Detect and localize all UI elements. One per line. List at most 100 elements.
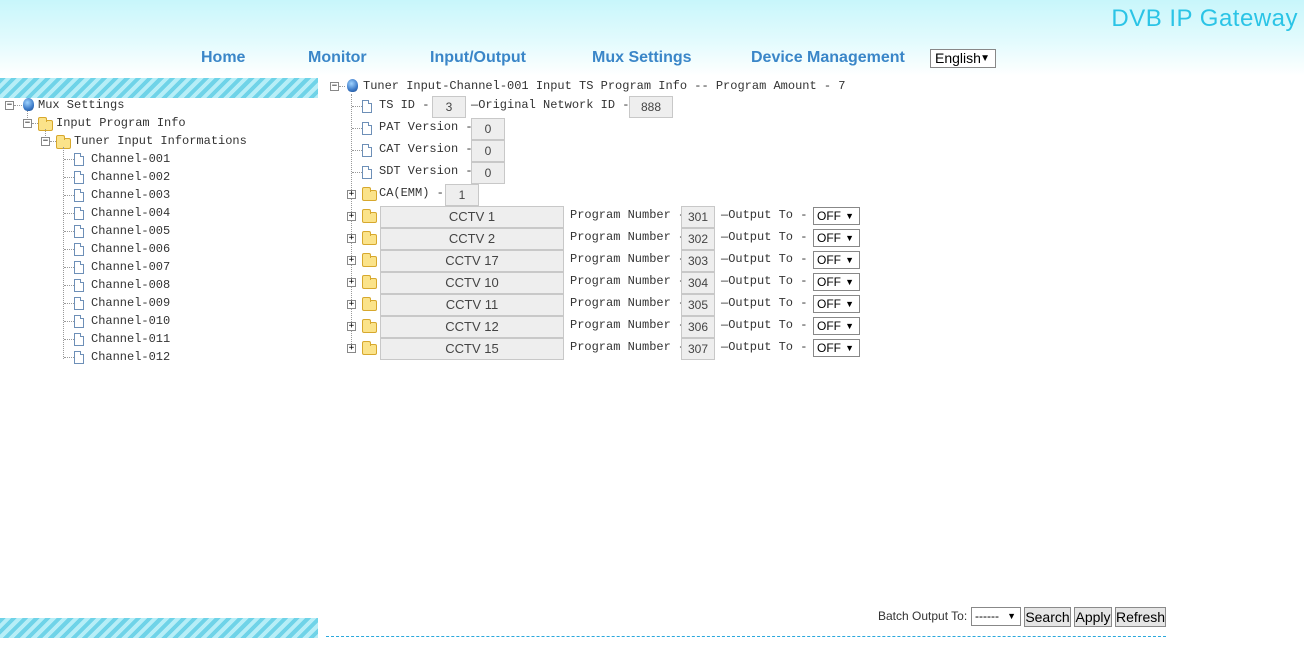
document-icon (74, 153, 84, 166)
cat-version-label: CAT Version - (379, 142, 473, 156)
tree-tuner-input-informations[interactable]: Tuner Input Informations (74, 133, 247, 149)
document-icon (74, 333, 84, 346)
program-number-field[interactable]: 301 (681, 206, 715, 228)
tree-channel-007[interactable]: Channel-007 (91, 259, 170, 275)
dropdown-arrow-icon: ▼ (845, 255, 854, 265)
document-icon (74, 261, 84, 274)
nav-device-management[interactable]: Device Management (751, 49, 905, 67)
document-icon (362, 100, 372, 113)
onid-field[interactable]: 888 (629, 96, 673, 118)
sdt-version-label: SDT Version - (379, 164, 473, 178)
collapse-icon[interactable]: − (23, 119, 32, 128)
dropdown-arrow-icon: ▼ (845, 299, 854, 309)
batch-output-select[interactable]: ------ ▼ (971, 607, 1021, 626)
collapse-icon[interactable]: − (41, 137, 50, 146)
program-number-field[interactable]: 304 (681, 272, 715, 294)
output-to-label: —Output To - (721, 208, 808, 222)
output-select[interactable]: OFF ▼ (813, 229, 860, 247)
document-icon (74, 351, 84, 364)
program-name-field[interactable]: CCTV 12 (380, 316, 564, 338)
program-number-field[interactable]: 306 (681, 316, 715, 338)
brand-title: DVB IP Gateway (1111, 5, 1298, 32)
ts-id-label: TS ID - (379, 98, 430, 112)
tree-channel-001[interactable]: Channel-001 (91, 151, 170, 167)
output-select[interactable]: OFF ▼ (813, 317, 860, 335)
language-select[interactable]: English ▼ (930, 49, 996, 68)
tree-channel-011[interactable]: Channel-011 (91, 331, 170, 347)
sidebar-bottom-stripe (0, 618, 318, 638)
tree-channel-009[interactable]: Channel-009 (91, 295, 170, 311)
pat-version-field[interactable]: 0 (471, 118, 505, 140)
tree-input-program-info[interactable]: Input Program Info (56, 115, 186, 131)
tree-channel-003[interactable]: Channel-003 (91, 187, 170, 203)
tree-channel-010[interactable]: Channel-010 (91, 313, 170, 329)
collapse-icon[interactable]: − (5, 101, 14, 110)
ts-id-field[interactable]: 3 (432, 96, 466, 118)
search-button[interactable]: Search (1024, 607, 1071, 627)
output-value: OFF (817, 319, 841, 333)
document-icon (362, 144, 372, 157)
ca-emm-label: CA(EMM) - (379, 186, 444, 200)
tree-channel-004[interactable]: Channel-004 (91, 205, 170, 221)
tree-channel-012[interactable]: Channel-012 (91, 349, 170, 365)
document-icon (74, 279, 84, 292)
expand-icon[interactable]: + (347, 234, 356, 243)
output-value: OFF (817, 297, 841, 311)
expand-icon[interactable]: + (347, 322, 356, 331)
nav-mux-settings[interactable]: Mux Settings (592, 49, 692, 67)
globe-icon (23, 98, 34, 111)
document-icon (362, 166, 372, 179)
dropdown-arrow-icon: ▼ (845, 321, 854, 331)
expand-icon[interactable]: + (347, 256, 356, 265)
tree-channel-002[interactable]: Channel-002 (91, 169, 170, 185)
expand-icon[interactable]: + (347, 212, 356, 221)
expand-icon[interactable]: + (347, 278, 356, 287)
refresh-button[interactable]: Refresh (1115, 607, 1166, 627)
nav-input-output[interactable]: Input/Output (430, 49, 526, 67)
apply-button[interactable]: Apply (1074, 607, 1112, 627)
output-to-label: —Output To - (721, 274, 808, 288)
document-icon (362, 122, 372, 135)
dropdown-arrow-icon: ▼ (845, 211, 854, 221)
tree-channel-005[interactable]: Channel-005 (91, 223, 170, 239)
nav-home[interactable]: Home (201, 49, 245, 67)
program-name-field[interactable]: CCTV 2 (380, 228, 564, 250)
expand-icon[interactable]: + (347, 300, 356, 309)
output-value: OFF (817, 253, 841, 267)
output-select[interactable]: OFF ▼ (813, 207, 860, 225)
expand-icon[interactable]: + (347, 344, 356, 353)
program-number-field[interactable]: 307 (681, 338, 715, 360)
main-title: Tuner Input-Channel-001 Input TS Program… (363, 79, 846, 93)
footer-divider (326, 636, 1166, 637)
pat-version-label: PAT Version - (379, 120, 473, 134)
tree-mux-settings[interactable]: Mux Settings (38, 97, 124, 113)
folder-icon (362, 209, 377, 223)
program-number-field[interactable]: 305 (681, 294, 715, 316)
nav-monitor[interactable]: Monitor (308, 49, 367, 67)
expand-icon[interactable]: + (347, 190, 356, 199)
tree-channel-006[interactable]: Channel-006 (91, 241, 170, 257)
language-value: English (935, 50, 981, 66)
output-select[interactable]: OFF ▼ (813, 295, 860, 313)
output-value: OFF (817, 231, 841, 245)
program-name-field[interactable]: CCTV 1 (380, 206, 564, 228)
output-to-label: —Output To - (721, 318, 808, 332)
program-number-field[interactable]: 303 (681, 250, 715, 272)
program-name-field[interactable]: CCTV 10 (380, 272, 564, 294)
output-to-label: —Output To - (721, 296, 808, 310)
program-name-field[interactable]: CCTV 15 (380, 338, 564, 360)
output-value: OFF (817, 341, 841, 355)
program-name-field[interactable]: CCTV 11 (380, 294, 564, 316)
program-number-label: Program Number - (570, 274, 686, 288)
output-select[interactable]: OFF ▼ (813, 339, 860, 357)
cat-version-field[interactable]: 0 (471, 140, 505, 162)
output-select[interactable]: OFF ▼ (813, 273, 860, 291)
tree-channel-008[interactable]: Channel-008 (91, 277, 170, 293)
output-select[interactable]: OFF ▼ (813, 251, 860, 269)
program-name-field[interactable]: CCTV 17 (380, 250, 564, 272)
ca-emm-field[interactable]: 1 (445, 184, 479, 206)
collapse-icon[interactable]: − (330, 82, 339, 91)
program-number-field[interactable]: 302 (681, 228, 715, 250)
sdt-version-field[interactable]: 0 (471, 162, 505, 184)
dropdown-arrow-icon: ▼ (980, 53, 990, 64)
